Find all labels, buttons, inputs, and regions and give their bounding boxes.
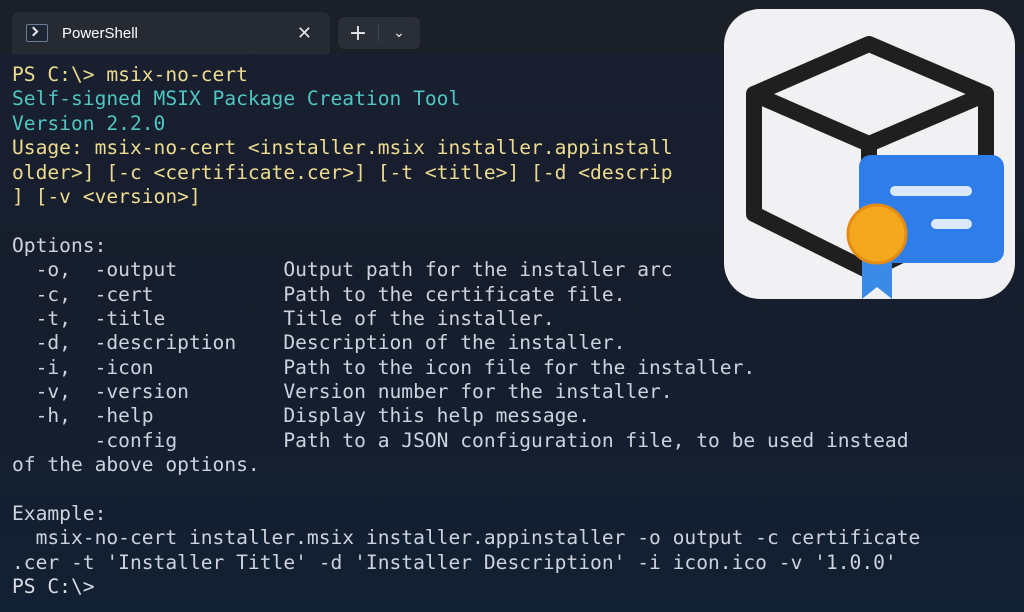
plus-icon[interactable]: +	[338, 21, 378, 46]
tab-title: PowerShell	[62, 24, 138, 42]
terminal-line: -i, -icon Path to the icon file for the …	[12, 355, 756, 379]
terminal-line: PS C:\>	[12, 575, 95, 599]
terminal-line: -config Path to a JSON configuration fil…	[12, 428, 909, 452]
close-icon[interactable]: ✕	[297, 23, 312, 44]
terminal-line: Example:	[12, 502, 107, 526]
chevron-down-icon[interactable]: ⌄	[379, 25, 419, 41]
package-certificate-icon	[724, 9, 1015, 299]
terminal-line: msix-no-cert installer.msix installer.ap…	[12, 526, 921, 550]
terminal-line: -v, -version Version number for the inst…	[12, 380, 673, 404]
terminal-line: .cer -t 'Installer Title' -d 'Installer …	[12, 550, 897, 574]
terminal-line: of the above options.	[12, 453, 260, 477]
terminal-line: -d, -description Description of the inst…	[12, 331, 626, 355]
tab-powershell[interactable]: PowerShell ✕	[12, 12, 330, 54]
terminal-line: -t, -title Title of the installer.	[12, 306, 555, 330]
new-tab-group: + ⌄	[338, 17, 420, 49]
powershell-icon	[26, 24, 48, 42]
terminal-line: -h, -help Display this help message.	[12, 404, 591, 428]
